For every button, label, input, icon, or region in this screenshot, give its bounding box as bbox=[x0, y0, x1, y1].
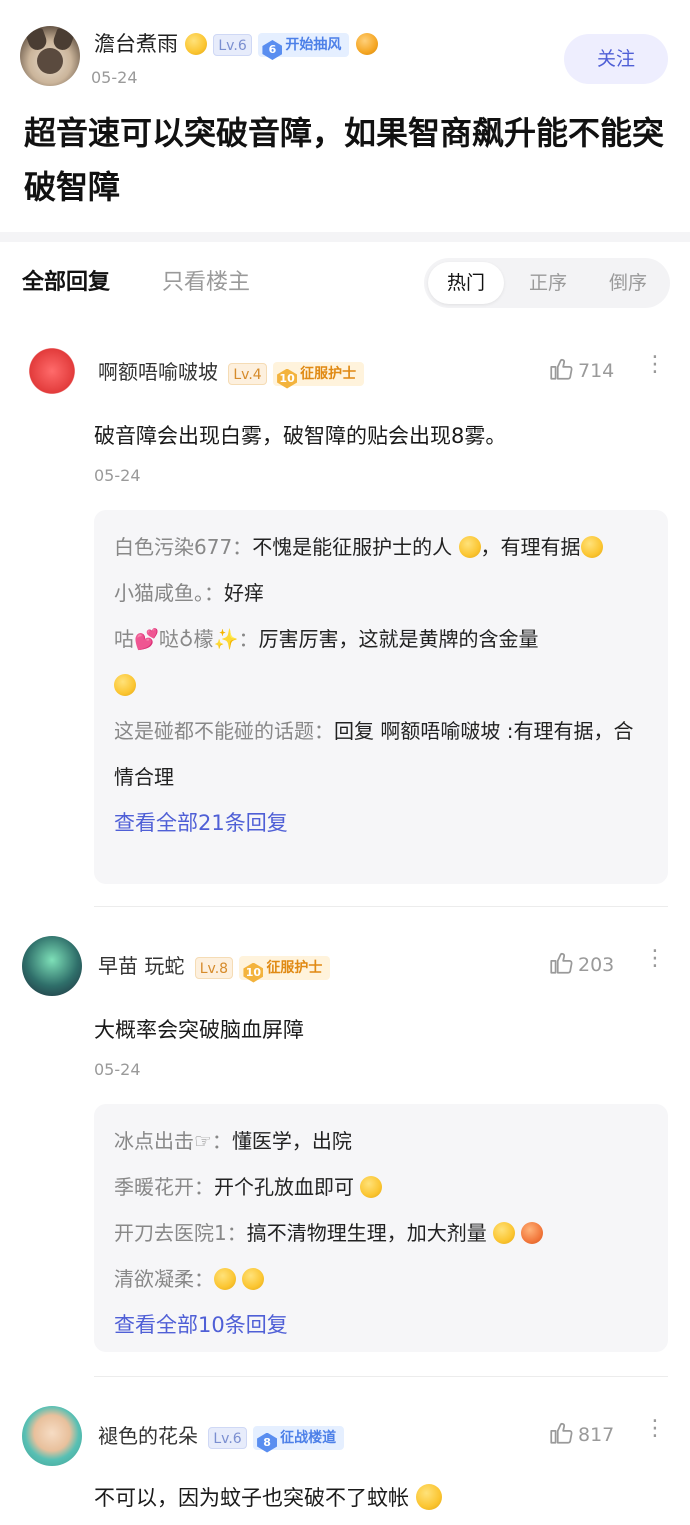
reply-author[interactable]: 白色污染677： bbox=[114, 535, 252, 559]
sort-ascending[interactable]: 正序 bbox=[510, 262, 586, 304]
like-button[interactable]: 714 bbox=[548, 356, 614, 382]
sort-toggle: 热门 正序 倒序 bbox=[424, 258, 670, 308]
post-date: 05-24 bbox=[91, 68, 138, 87]
thumbs-up-icon bbox=[550, 359, 573, 380]
level-badge: Lv.8 bbox=[194, 956, 234, 979]
reply-author[interactable]: 冰点出击☞： bbox=[114, 1129, 232, 1153]
comment-text: 大概率会突破脑血屏障 bbox=[94, 1018, 304, 1042]
reply-text: 搞不清物理生理，加大剂量 bbox=[246, 1221, 487, 1245]
commenter-avatar[interactable] bbox=[22, 1406, 82, 1466]
grimace-emoji-icon bbox=[521, 1222, 544, 1244]
reply-text: 懂医学，出院 bbox=[231, 1129, 352, 1153]
shocked-emoji-icon bbox=[242, 1268, 265, 1290]
reply-author[interactable]: 咕💕哒♁檬✨： bbox=[114, 627, 258, 651]
medal-label: 征战楼道 bbox=[280, 1429, 337, 1446]
comment-date: 05-24 bbox=[94, 466, 141, 485]
reply-preview[interactable]: 白色污染677：不愧是能征服护士的人 ，有理有据 小猫咸鱼。：好痒 咕💕哒♁檬✨… bbox=[94, 510, 668, 884]
reply-text-cont: ，有理有据 bbox=[480, 535, 581, 559]
medal-gem-icon: 10 bbox=[277, 368, 298, 389]
reply-item: 这是碰都不能碰的话题：回复 啊额唔喻啵坡 :有理有据，合情合理 bbox=[114, 708, 646, 800]
sort-hot[interactable]: 热门 bbox=[428, 262, 504, 304]
reply-author[interactable]: 这是碰都不能碰的话题： bbox=[114, 719, 334, 743]
shocked-emoji-icon bbox=[214, 1268, 236, 1290]
medal-gem-icon: 6 bbox=[262, 40, 283, 60]
level-badge: Lv.6 bbox=[208, 1426, 247, 1449]
view-all-replies-link[interactable]: 查看全部10条回复 bbox=[114, 1302, 646, 1358]
thumbs-up-icon bbox=[550, 1423, 573, 1444]
smile-emoji-icon bbox=[415, 1484, 442, 1510]
like-count: 714 bbox=[578, 360, 615, 382]
medal-label: 征服护士 bbox=[266, 959, 323, 976]
like-count: 203 bbox=[578, 954, 615, 976]
tab-op-only[interactable]: 只看楼主 bbox=[162, 264, 250, 296]
comment-text-body: 不可以，因为蚊子也突破不了蚊帐 bbox=[94, 1486, 409, 1510]
kiss-emoji-icon bbox=[184, 33, 207, 55]
author-avatar[interactable] bbox=[20, 26, 80, 86]
reply-item: 清欲凝柔： bbox=[114, 1256, 646, 1302]
post-title: 超音速可以突破音障，如果智商飙升能不能突破智障 bbox=[24, 114, 665, 206]
hug-emoji-icon bbox=[493, 1222, 516, 1244]
medal-badge[interactable]: 8 征战楼道 bbox=[253, 1425, 345, 1453]
reply-item: 季暖花开：开个孔放血即可 bbox=[114, 1164, 646, 1210]
reply-text: 好痒 bbox=[224, 581, 264, 605]
commenter-row: 啊额唔喻啵坡 Lv.4 10 征服护士 bbox=[98, 356, 365, 389]
medal-gem-icon: 8 bbox=[257, 1432, 278, 1453]
cry-emoji-icon bbox=[356, 33, 379, 55]
section-divider bbox=[0, 232, 690, 242]
commenter-row: 早苗 玩蛇 Lv.8 10 征服护士 bbox=[98, 950, 331, 983]
comment-text: 不可以，因为蚊子也突破不了蚊帐 bbox=[94, 1482, 442, 1512]
sort-descending[interactable]: 倒序 bbox=[590, 262, 666, 304]
like-count: 817 bbox=[578, 1424, 615, 1446]
reply-author[interactable]: 开刀去医院1： bbox=[114, 1221, 247, 1245]
comment-date: 05-24 bbox=[94, 1060, 141, 1079]
laugh-emoji-icon bbox=[114, 674, 136, 696]
commenter-name[interactable]: 啊额唔喻啵坡 bbox=[98, 360, 218, 384]
more-icon[interactable]: ⋮ bbox=[644, 946, 666, 971]
medal-badge[interactable]: 6 开始抽风 bbox=[258, 33, 350, 60]
follow-button[interactable]: 关注 bbox=[564, 34, 668, 84]
view-all-replies-link[interactable]: 查看全部21条回复 bbox=[114, 800, 646, 856]
like-button[interactable]: 203 bbox=[548, 950, 614, 976]
thumbs-up-icon bbox=[550, 953, 573, 974]
medal-label: 征服护士 bbox=[300, 365, 357, 382]
commenter-name[interactable]: 褪色的花朵 bbox=[98, 1424, 198, 1448]
comment-divider bbox=[94, 906, 668, 907]
reply-author[interactable]: 季暖花开： bbox=[114, 1175, 214, 1199]
commenter-avatar[interactable] bbox=[22, 936, 82, 996]
reply-author[interactable]: 清欲凝柔： bbox=[114, 1267, 214, 1291]
commenter-row: 褪色的花朵 Lv.6 8 征战楼道 bbox=[98, 1420, 345, 1453]
reply-item: 冰点出击☞：懂医学，出院 bbox=[114, 1118, 646, 1164]
more-icon[interactable]: ⋮ bbox=[644, 1416, 666, 1441]
author-name[interactable]: 澹台煮雨 bbox=[94, 32, 178, 56]
reply-text: 不愧是能征服护士的人 bbox=[252, 535, 453, 559]
comment-divider bbox=[94, 1376, 668, 1377]
comment-text: 破音障会出现白雾，破智障的贴会出现8雾。 bbox=[94, 424, 507, 448]
reply-item: 白色污染677：不愧是能征服护士的人 ，有理有据 bbox=[114, 524, 646, 570]
reply-author[interactable]: 小猫咸鱼。： bbox=[114, 581, 224, 605]
reply-tabs: 全部回复 只看楼主 热门 正序 倒序 bbox=[0, 242, 690, 322]
medal-badge[interactable]: 10 征服护士 bbox=[239, 955, 331, 983]
laugh-emoji-icon bbox=[580, 536, 603, 558]
laugh-emoji-icon bbox=[458, 536, 481, 558]
yum-emoji-icon bbox=[360, 1176, 383, 1198]
medal-gem-icon: 10 bbox=[243, 962, 264, 983]
reply-item: 开刀去医院1：搞不清物理生理，加大剂量 bbox=[114, 1210, 646, 1256]
post-header: 澹台煮雨 Lv.6 6 开始抽风 05-24 关注 超音速可以突破音障，如果智商飙… bbox=[0, 0, 690, 232]
medal-label: 开始抽风 bbox=[285, 37, 342, 53]
reply-text: 开个孔放血即可 bbox=[214, 1175, 354, 1199]
medal-badge[interactable]: 10 征服护士 bbox=[273, 361, 365, 389]
more-icon[interactable]: ⋮ bbox=[644, 352, 666, 377]
like-button[interactable]: 817 bbox=[548, 1420, 614, 1446]
level-badge: Lv.6 bbox=[213, 34, 252, 56]
commenter-name[interactable]: 早苗 玩蛇 bbox=[98, 954, 184, 978]
commenter-avatar[interactable] bbox=[22, 344, 82, 404]
reply-item: 咕💕哒♁檬✨：厉害厉害，这就是黄牌的含金量 bbox=[114, 616, 646, 708]
reply-preview[interactable]: 冰点出击☞：懂医学，出院 季暖花开：开个孔放血即可 开刀去医院1：搞不清物理生理… bbox=[94, 1104, 668, 1352]
author-row: 澹台煮雨 Lv.6 6 开始抽风 bbox=[94, 28, 379, 60]
reply-item: 小猫咸鱼。：好痒 bbox=[114, 570, 646, 616]
level-badge: Lv.4 bbox=[228, 362, 267, 385]
reply-text: 厉害厉害，这就是黄牌的含金量 bbox=[258, 627, 539, 651]
tab-all-replies[interactable]: 全部回复 bbox=[22, 264, 110, 296]
